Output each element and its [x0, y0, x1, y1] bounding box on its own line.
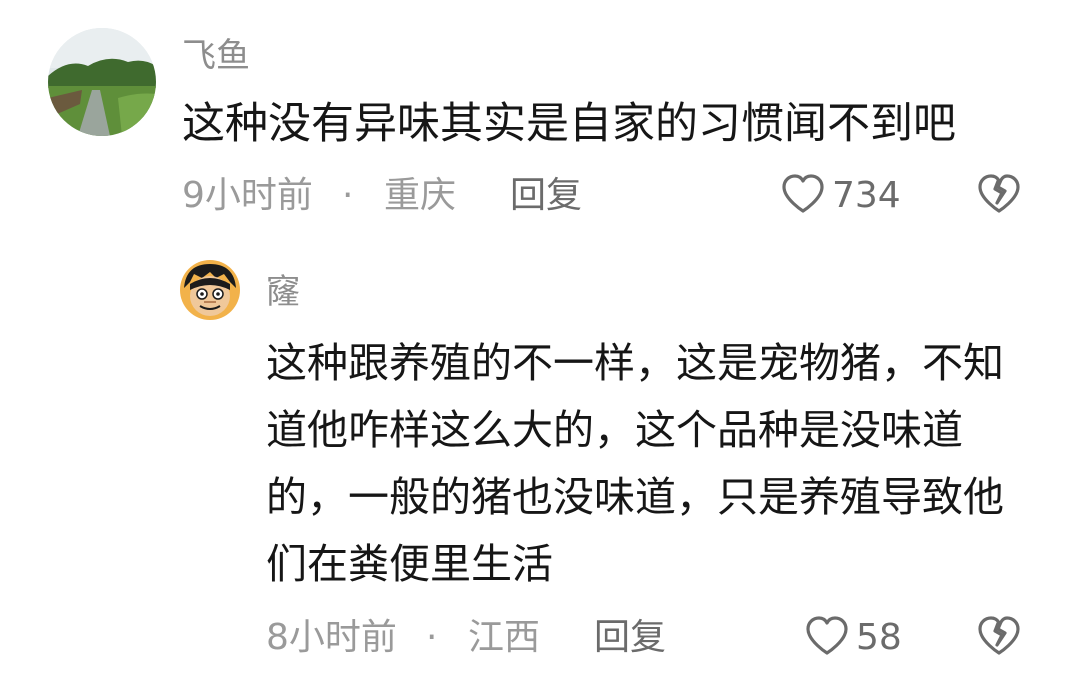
reply-button[interactable]: 回复 [510, 170, 582, 222]
reply-meta-bar: 8小时前 · 江西 回复 58 [266, 612, 1032, 664]
timestamp: 8小时前 [266, 617, 397, 658]
broken-heart-icon[interactable] [976, 172, 1022, 220]
broken-heart-icon[interactable] [976, 614, 1022, 662]
landscape-avatar-image [48, 28, 156, 136]
location: 重庆 [384, 175, 457, 216]
avatar[interactable] [180, 260, 240, 320]
location: 江西 [468, 617, 541, 658]
separator-dot: · [426, 617, 438, 658]
comment-text: 这种没有异味其实是自家的习惯闻不到吧 [182, 99, 956, 149]
comment-meta-bar: 9小时前 · 重庆 回复 734 [182, 170, 1032, 222]
username[interactable]: 窿 [266, 270, 300, 314]
like-button[interactable]: 734 [780, 170, 901, 222]
reply-text: 这种跟养殖的不一样，这是宠物猪，不知道他咋样这么大的，这个品种是没味道的，一般的… [266, 339, 1004, 588]
timestamp: 9小时前 [182, 175, 313, 216]
reply-button[interactable]: 回复 [594, 612, 666, 664]
separator-dot: · [342, 175, 354, 216]
cartoon-face-avatar-image [180, 260, 240, 320]
like-button[interactable]: 58 [804, 612, 902, 664]
like-count: 58 [856, 617, 902, 658]
avatar[interactable] [48, 28, 156, 136]
heart-outline-icon [780, 173, 826, 219]
like-count: 734 [832, 175, 901, 216]
heart-outline-icon [804, 615, 850, 661]
username[interactable]: 飞鱼 [182, 34, 250, 78]
